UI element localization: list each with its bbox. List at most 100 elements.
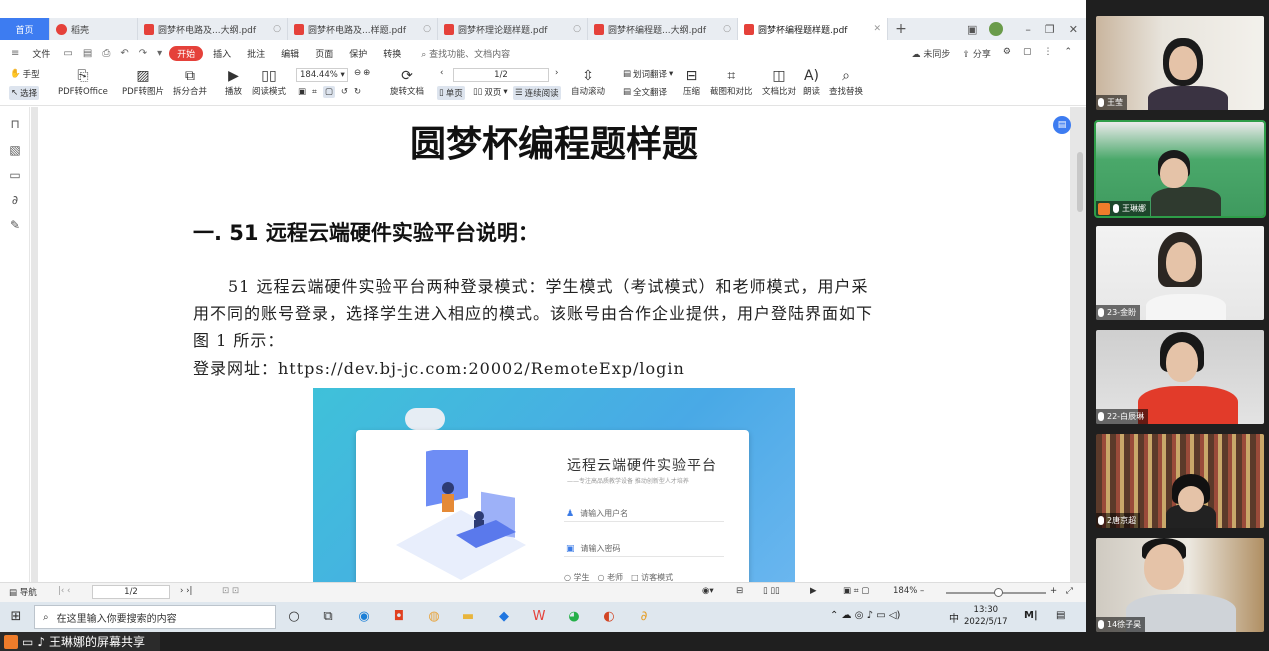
settings-icon[interactable]: ⚙	[1003, 47, 1011, 60]
zoom-select[interactable]: 184.44% ▾	[296, 68, 348, 82]
vertical-scrollbar[interactable]	[1076, 130, 1084, 570]
edge-icon[interactable]: ◉	[354, 609, 374, 624]
comment-icon[interactable]: ▭	[8, 168, 22, 182]
read-mode-button[interactable]: ▯▯ 阅读模式	[252, 67, 286, 97]
zoom-plus-icon[interactable]: +	[1050, 586, 1057, 596]
tab-pdf-2[interactable]: 圆梦杯电路及...样题.pdf ○	[288, 18, 438, 40]
open-folder-icon[interactable]: ▭	[60, 48, 75, 59]
more-icon[interactable]: ⋮	[1043, 47, 1052, 60]
file-explorer-icon[interactable]: ▬	[458, 609, 478, 624]
restore-icon[interactable]: ❐	[1045, 23, 1055, 36]
m-icon[interactable]: M|	[1024, 610, 1038, 621]
user-avatar[interactable]	[989, 22, 1004, 36]
cortana-icon[interactable]: ○	[284, 609, 304, 624]
doc-compare-button[interactable]: ◫ 文档比对	[762, 67, 796, 97]
read-aloud-button[interactable]: A) 朗读	[803, 67, 820, 97]
rotate-right-icon[interactable]: ↻	[354, 87, 361, 97]
app-icon[interactable]: ∂	[634, 609, 654, 624]
tray-icons[interactable]: ⌃ ☁ ◎ ♪ ▭ ◁)	[830, 610, 900, 621]
tab-close-icon[interactable]: ○	[273, 24, 281, 34]
fit-page-icon[interactable]: ⌗	[312, 87, 317, 97]
menu-protect[interactable]: 保护	[343, 47, 373, 60]
taskbar-search[interactable]: ⌕ 在这里输入你要搜索的内容	[34, 605, 276, 629]
feature-search[interactable]: ⌕ 查找功能、文档内容	[421, 47, 510, 60]
translate-all-button[interactable]: ▤ 全文翻译	[623, 86, 667, 98]
rotate-left-icon[interactable]: ↺	[341, 87, 348, 97]
video-tile[interactable]: 2唐京超	[1096, 434, 1264, 528]
history-icons[interactable]: ⊡ ⊡	[222, 586, 239, 596]
office-icon[interactable]: ◘	[389, 609, 409, 624]
double-page-button[interactable]: ▯▯ 双页 ▾	[473, 86, 508, 98]
compress-button[interactable]: ⊟ 压缩	[683, 67, 700, 97]
hamburger-icon[interactable]: ≡	[8, 48, 22, 59]
comment-icon[interactable]: ▢	[1023, 47, 1032, 60]
video-tile[interactable]: 22-白辰琳	[1096, 330, 1264, 424]
hand-tool[interactable]: ✋ 手型	[10, 68, 40, 80]
zoom-out-icon[interactable]: ⊖	[354, 68, 361, 78]
windows-start-icon[interactable]: ⊞	[6, 609, 26, 624]
wps-icon[interactable]: W	[529, 609, 549, 624]
first-page-icon[interactable]: |‹ ‹	[58, 586, 70, 596]
video-tile-active-speaker[interactable]: 王琳娜	[1094, 120, 1266, 218]
signature-icon[interactable]: ✎	[8, 218, 22, 232]
tab-pdf-active[interactable]: 圆梦杯编程题样题.pdf ✕	[738, 18, 888, 40]
chevron-right-icon[interactable]: ›	[555, 68, 558, 78]
undo-icon[interactable]: ↶	[117, 48, 131, 59]
split-merge-button[interactable]: ⧉ 拆分合并	[173, 67, 207, 97]
fit-width-icon[interactable]: ▢	[322, 86, 335, 98]
task-view-icon[interactable]: ⧉	[318, 609, 338, 624]
tab-daoke[interactable]: 稻壳	[50, 18, 138, 40]
attachment-icon[interactable]: ∂	[8, 193, 22, 207]
last-page-icon[interactable]: › ›|	[180, 586, 192, 596]
close-window-icon[interactable]: ✕	[1069, 23, 1078, 36]
pdf-to-office-button[interactable]: ⎘ PDF转Office	[58, 67, 108, 97]
save-icon[interactable]: ▤	[80, 48, 95, 59]
new-tab-button[interactable]: +	[888, 18, 914, 40]
collapse-ribbon-icon[interactable]: ⌃	[1064, 47, 1072, 60]
single-page-button[interactable]: ▯ 单页	[437, 86, 465, 100]
page-input[interactable]: 1/2	[453, 68, 549, 82]
zoom-slider[interactable]	[946, 588, 1046, 597]
screenshot-compare-button[interactable]: ⌗ 截图和对比	[710, 67, 753, 97]
video-tile[interactable]: 14徐子昊	[1096, 538, 1264, 632]
translate-word-button[interactable]: ▤ 划词翻译 ▾	[623, 68, 673, 80]
tab-close-icon[interactable]: ✕	[873, 24, 881, 34]
fit-icons[interactable]: ▣ ⌗ ▢	[843, 586, 869, 596]
video-tile[interactable]: 王莹	[1096, 16, 1264, 110]
dropdown-icon[interactable]: ▾	[154, 48, 165, 59]
chrome-icon[interactable]: ◍	[424, 609, 444, 624]
clock[interactable]: 13:30 2022/5/17	[964, 604, 1008, 628]
eye-icon[interactable]: ◉▾	[702, 586, 714, 596]
tab-close-icon[interactable]: ○	[573, 24, 581, 34]
menu-convert[interactable]: 转换	[377, 47, 407, 60]
mode-icon[interactable]: ⊟	[736, 586, 743, 596]
chevron-left-icon[interactable]: ‹	[440, 68, 443, 78]
layout-icon[interactable]: ▣	[967, 23, 977, 36]
ime-indicator[interactable]: 中	[949, 610, 959, 625]
print-icon[interactable]: ⎙	[99, 48, 113, 59]
menu-file[interactable]: 文件	[26, 47, 56, 60]
float-tool-icon[interactable]: ▤	[1053, 116, 1071, 134]
menu-page[interactable]: 页面	[309, 47, 339, 60]
fullscreen-icon[interactable]: ⤢	[1066, 586, 1073, 596]
minimize-icon[interactable]: –	[1025, 23, 1031, 36]
notification-icon[interactable]: ▤	[1056, 610, 1065, 621]
bookmark-icon[interactable]: ⊓	[8, 117, 22, 131]
video-tile[interactable]: 23-金盼	[1096, 226, 1264, 320]
tab-close-icon[interactable]: ○	[723, 24, 731, 34]
page-nav-next[interactable]: ›	[555, 68, 558, 78]
actual-size-icon[interactable]: ▣	[298, 87, 306, 97]
menu-insert[interactable]: 插入	[207, 47, 237, 60]
sync-status[interactable]: ☁ 未同步	[912, 47, 951, 60]
status-page-input[interactable]: 1/2	[92, 585, 170, 599]
page-nav-prev[interactable]: ‹	[440, 68, 443, 78]
menu-edit[interactable]: 编辑	[275, 47, 305, 60]
tab-close-icon[interactable]: ○	[423, 24, 431, 34]
wechat-icon[interactable]: ◕	[564, 609, 584, 624]
share-button[interactable]: ⇪ 分享	[962, 47, 990, 60]
single-view-icon[interactable]: ▯ ▯▯	[763, 586, 780, 596]
tab-pdf-3[interactable]: 圆梦杯理论题样题.pdf ○	[438, 18, 588, 40]
pdf-to-image-button[interactable]: ▨ PDF转图片	[122, 67, 164, 97]
document-viewport[interactable]: 圆梦杯编程题样题 一. 51 远程云端硬件实验平台说明： 51 远程云端硬件实验…	[31, 107, 1086, 582]
play-status-icon[interactable]: ▶	[810, 586, 817, 596]
